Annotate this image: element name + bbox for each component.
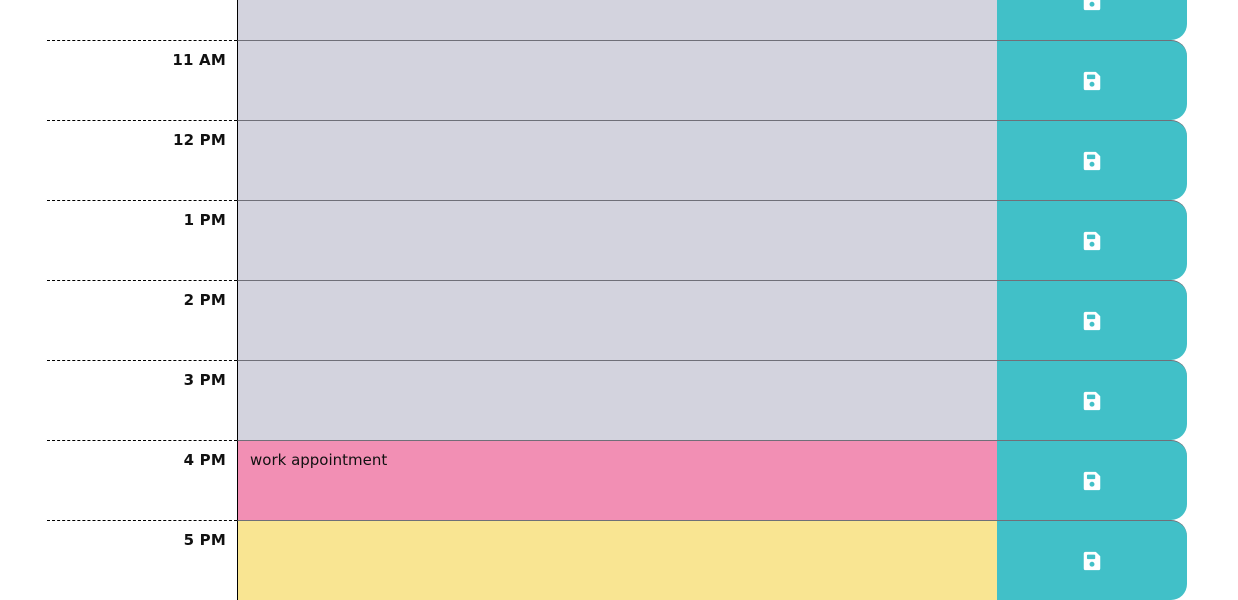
time-block: 3 PM <box>0 360 1238 440</box>
hour-cell: 11 AM <box>47 40 237 120</box>
floppy-disk-icon <box>1083 0 1101 11</box>
floppy-disk-icon <box>1083 71 1101 91</box>
save-button[interactable] <box>997 40 1187 120</box>
description-textarea[interactable] <box>237 280 997 360</box>
hour-cell: 5 PM <box>47 520 237 600</box>
time-block: 12 PM <box>0 120 1238 200</box>
save-button[interactable] <box>997 280 1187 360</box>
hour-label: 2 PM <box>183 291 226 309</box>
description-textarea[interactable]: work appointment <box>237 440 997 520</box>
description-textarea[interactable] <box>237 0 997 40</box>
time-block: 2 PM <box>0 280 1238 360</box>
hour-label: 1 PM <box>183 211 226 229</box>
hour-cell: 3 PM <box>47 360 237 440</box>
hour-label: 12 PM <box>172 131 226 149</box>
description-textarea[interactable] <box>237 520 997 600</box>
description-textarea[interactable] <box>237 200 997 280</box>
save-button[interactable] <box>997 200 1187 280</box>
save-button[interactable] <box>997 120 1187 200</box>
hour-cell: 1 PM <box>47 200 237 280</box>
description-textarea[interactable] <box>237 40 997 120</box>
time-block: 4 PM work appointment <box>0 440 1238 520</box>
hour-cell <box>47 0 237 40</box>
description-textarea[interactable] <box>237 120 997 200</box>
floppy-disk-icon <box>1083 151 1101 171</box>
hour-cell: 12 PM <box>47 120 237 200</box>
hour-label: 5 PM <box>183 531 226 549</box>
hour-cell: 2 PM <box>47 280 237 360</box>
floppy-disk-icon <box>1083 391 1101 411</box>
time-block: 5 PM <box>0 520 1238 600</box>
hour-label: 11 AM <box>172 51 226 69</box>
hour-label: 4 PM <box>183 451 226 469</box>
save-button[interactable] <box>997 360 1187 440</box>
time-block: 1 PM <box>0 200 1238 280</box>
description-textarea[interactable] <box>237 360 997 440</box>
hour-label: 3 PM <box>183 371 226 389</box>
floppy-disk-icon <box>1083 471 1101 491</box>
save-button[interactable] <box>997 520 1187 600</box>
time-block: 11 AM <box>0 40 1238 120</box>
hour-cell: 4 PM <box>47 440 237 520</box>
floppy-disk-icon <box>1083 551 1101 571</box>
floppy-disk-icon <box>1083 311 1101 331</box>
scheduler: 11 AM 12 PM 1 PM 2 PM 3 PM 4 PM work app… <box>0 0 1238 600</box>
time-block <box>0 0 1238 40</box>
save-button[interactable] <box>997 440 1187 520</box>
floppy-disk-icon <box>1083 231 1101 251</box>
save-button[interactable] <box>997 0 1187 40</box>
